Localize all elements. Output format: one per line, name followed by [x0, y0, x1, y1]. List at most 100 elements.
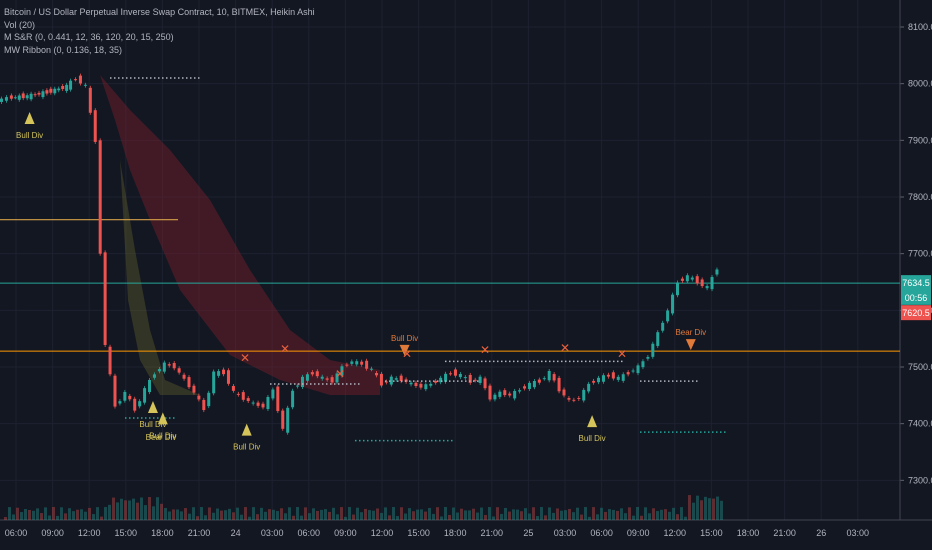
candle-body [29, 93, 33, 100]
candle-body [33, 94, 37, 96]
volume-bar [688, 495, 691, 520]
volume-bar [424, 511, 427, 520]
volume-bar [400, 507, 403, 520]
volume-bar [404, 513, 407, 520]
price-tick-label: 7400.0 [908, 419, 932, 429]
time-tick-label: 26 [816, 528, 826, 538]
candle-body [4, 97, 8, 101]
candle-body [572, 399, 576, 401]
candle-body [498, 391, 502, 397]
volume-bar [296, 507, 299, 520]
candle-body [646, 356, 650, 359]
candle-body [276, 386, 280, 412]
candle-body [325, 378, 329, 380]
candle-body [167, 364, 171, 366]
candle-body [350, 361, 354, 364]
candle-body [187, 377, 191, 388]
candle-body [246, 398, 250, 402]
time-tick-label: 15:00 [700, 528, 723, 538]
volume-bar [556, 508, 559, 520]
volume-bar [176, 509, 179, 520]
legend-title[interactable]: Bitcoin / US Dollar Perpetual Inverse Sw… [4, 6, 315, 19]
candle-body [695, 276, 699, 284]
volume-bar [536, 516, 539, 520]
volume-bar [512, 509, 515, 520]
volume-bar [376, 508, 379, 520]
candle-body [532, 380, 536, 388]
volume-bar [496, 507, 499, 520]
volume-bar [416, 509, 419, 520]
volume-bar [444, 507, 447, 520]
volume-bar [668, 511, 671, 520]
candle-body [666, 310, 670, 322]
candle-body [74, 79, 78, 81]
volume-bar [104, 507, 107, 520]
candle-body [128, 395, 132, 400]
candle-body [537, 379, 541, 383]
sell-x-icon: ✕ [617, 347, 627, 361]
volume-bar [460, 508, 463, 520]
candle-body [266, 396, 270, 410]
candle-body [217, 371, 221, 376]
price-tick-label: 8000.0 [908, 79, 932, 89]
candle-body [690, 277, 694, 280]
legend-vol[interactable]: Vol (20) [4, 19, 315, 32]
candle-body [587, 383, 591, 392]
volume-bar [704, 496, 707, 520]
candle-body [626, 372, 630, 375]
volume-bar [628, 507, 631, 520]
volume-bar [588, 516, 591, 520]
volume-bar [232, 512, 235, 520]
candle-body [651, 343, 655, 357]
volume-bar [52, 507, 55, 520]
volume-bar [252, 507, 255, 520]
volume-bar [32, 510, 35, 520]
volume-bar [648, 513, 651, 520]
volume-bar [408, 508, 411, 520]
volume-bar [164, 508, 167, 520]
volume-bar [392, 507, 395, 520]
candle-body [710, 277, 714, 290]
volume-bar [248, 516, 251, 520]
candle-body [98, 140, 102, 254]
volume-bar [492, 516, 495, 520]
volume-bar [264, 511, 267, 520]
candle-body [9, 95, 13, 99]
volume-bar [644, 507, 647, 520]
candle-body [103, 252, 107, 345]
legend-ribbon[interactable]: MW Ribbon (0, 0.136, 18, 35) [4, 44, 315, 57]
candle-body [291, 390, 295, 408]
candle-body [567, 397, 571, 400]
time-tick-label: 18:00 [151, 528, 174, 538]
candle-body [453, 369, 457, 376]
volume-bar [544, 515, 547, 520]
volume-bar [184, 508, 187, 520]
candle-body [83, 84, 87, 86]
candle-body [621, 374, 625, 381]
candle-body [17, 95, 21, 100]
volume-bar [344, 516, 347, 520]
volume-bar [364, 508, 367, 520]
volume-bar [108, 504, 111, 520]
candle-body [542, 378, 546, 380]
volume-bar [116, 502, 119, 520]
volume-bar [520, 511, 523, 520]
volume-bar [124, 500, 127, 520]
volume-bar [384, 507, 387, 520]
chart-canvas[interactable]: 8100.08000.07900.07800.07700.07600.07500… [0, 0, 932, 550]
time-tick-label: 03:00 [554, 528, 577, 538]
volume-bar [56, 515, 59, 520]
volume-bar [600, 507, 603, 520]
candle-body [65, 84, 69, 91]
candle-body [715, 269, 719, 275]
volume-bar [324, 509, 327, 520]
volume-bar [336, 514, 339, 520]
volume-bar [300, 515, 303, 520]
volume-bar [48, 515, 51, 520]
price-badge-text: 00:56 [905, 293, 928, 303]
candle-body [685, 275, 689, 282]
legend-sr[interactable]: M S&R (0, 0.441, 12, 36, 120, 20, 15, 25… [4, 31, 315, 44]
candle-body [45, 90, 49, 94]
volume-bar [372, 510, 375, 520]
volume-bar [328, 511, 331, 520]
